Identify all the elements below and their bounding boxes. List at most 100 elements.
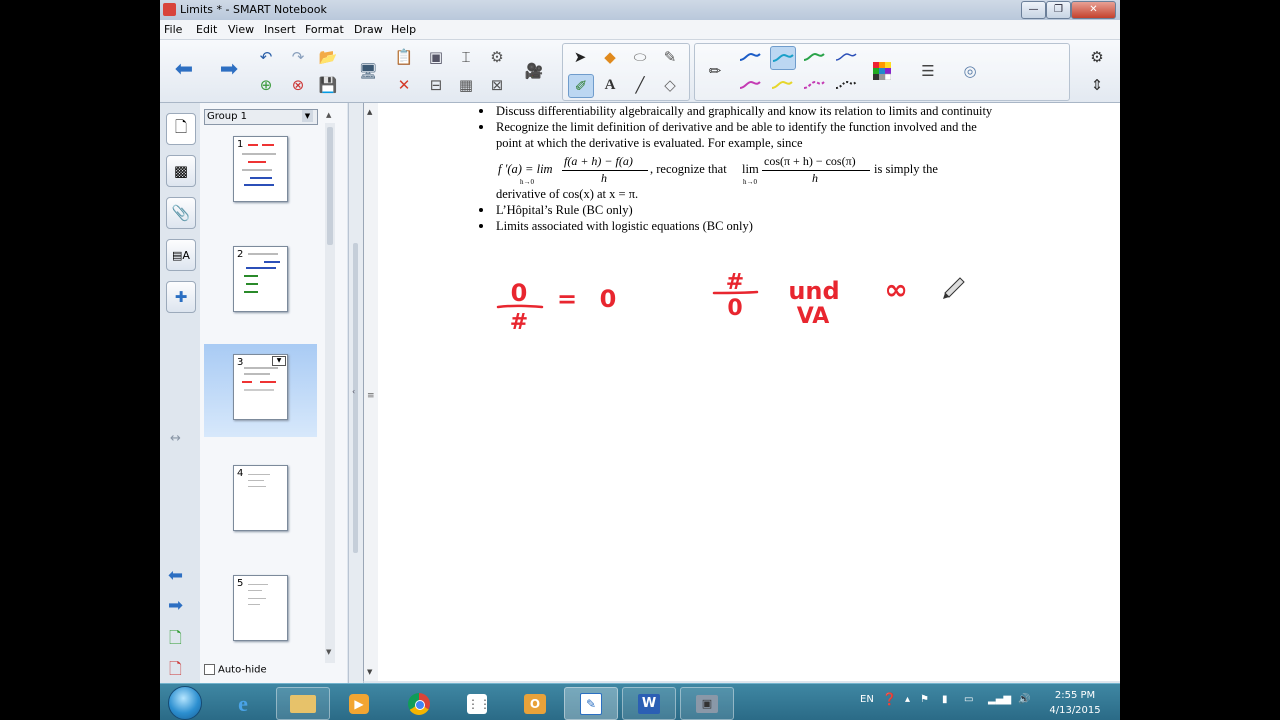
splitter-handle[interactable] (353, 243, 358, 553)
add-page-icon[interactable]: ⊕ (254, 74, 278, 96)
menu-insert[interactable]: Insert (264, 23, 296, 36)
language-indicator[interactable]: EN (860, 694, 874, 705)
forward-icon[interactable]: ➡ (217, 57, 241, 82)
menu-view[interactable]: View (228, 23, 254, 36)
handwritten-ink[interactable]: 0 # = 0 # 0 und VA ∞ (364, 103, 1120, 681)
page-thumbnail-2[interactable]: 2 (204, 246, 317, 338)
menu-help[interactable]: Help (391, 23, 416, 36)
select-icon[interactable]: ➤ (568, 46, 592, 68)
minimize-button[interactable]: — (1021, 1, 1046, 19)
close-button[interactable]: ✕ (1071, 1, 1116, 19)
capture-icon[interactable]: ▣ (424, 46, 448, 68)
menu-format[interactable]: Format (305, 23, 344, 36)
collapse-icon[interactable]: ‹ (352, 387, 355, 396)
chrome-icon[interactable] (392, 687, 446, 720)
page-menu-icon[interactable]: ▼ (272, 356, 286, 366)
save-icon[interactable]: 💾 (316, 74, 340, 96)
settings-icon[interactable]: ⚙ (1085, 46, 1109, 68)
color-palette-icon[interactable] (870, 60, 894, 82)
page-thumbnail-3[interactable]: 3 ▼ (204, 344, 317, 437)
outlook-icon[interactable]: O (508, 687, 562, 720)
undo-icon[interactable]: ↶ (254, 46, 278, 68)
pen-style-5[interactable] (738, 74, 762, 96)
text-icon[interactable]: A (598, 74, 622, 96)
start-button[interactable] (168, 686, 202, 720)
clone-icon[interactable]: ⊟ (424, 74, 448, 96)
media-player-icon[interactable]: ▶ (332, 687, 386, 720)
pen-style-2[interactable] (770, 46, 796, 70)
next-page-icon[interactable]: ➡ (168, 595, 183, 616)
add-page-side-icon[interactable]: 🗋 (169, 627, 182, 654)
delete-page-icon[interactable]: ⊗ (286, 74, 310, 96)
text-format-icon[interactable]: ⌶ (454, 46, 478, 68)
scroll-up-icon[interactable]: ▲ (326, 111, 331, 119)
pen-style-8[interactable] (834, 74, 858, 96)
show-hidden-icons[interactable]: ▴ (905, 694, 910, 705)
screen-shade-icon[interactable]: 🖥 (356, 60, 380, 82)
line-style-icon[interactable]: ☰ (916, 60, 940, 82)
page-thumbnail-1[interactable]: 1 (204, 136, 317, 228)
autohide-checkbox[interactable]: Auto-hide (204, 664, 267, 676)
redo-icon[interactable]: ↷ (286, 46, 310, 68)
menu-file[interactable]: File (164, 23, 182, 36)
page-thumbnail-5[interactable]: 5 (204, 575, 317, 667)
power-icon[interactable]: ▭ (964, 694, 973, 705)
page-sorter-tab-icon[interactable]: 🗋 (166, 113, 196, 145)
move-toolbar-icon[interactable]: ⇕ (1085, 74, 1109, 96)
system-clock[interactable]: 2:55 PM 4/13/2015 (1040, 688, 1110, 718)
pens-icon[interactable]: ✐ (568, 74, 594, 98)
video-icon[interactable]: ▣ (680, 687, 734, 720)
gallery-tab-icon[interactable]: ▩ (166, 155, 196, 187)
ie-icon[interactable]: e (216, 687, 270, 720)
word-icon[interactable]: W (622, 687, 676, 720)
flag-icon[interactable]: ⚑ (920, 694, 929, 705)
attachments-tab-icon[interactable]: 📎 (166, 197, 196, 229)
checkbox-icon[interactable] (204, 664, 215, 675)
document-camera-icon[interactable]: ⊠ (485, 74, 509, 96)
network-icon[interactable]: ▮ (942, 694, 948, 705)
menu-edit[interactable]: Edit (196, 23, 217, 36)
pen-style-3[interactable] (802, 46, 826, 68)
addons-tab-icon[interactable]: ✚ (166, 281, 196, 313)
scroll-down-icon[interactable]: ▼ (326, 648, 331, 656)
volume-icon[interactable]: 🔊 (1018, 694, 1030, 705)
magic-pen-icon[interactable]: ✎ (658, 46, 682, 68)
smart-notebook-icon[interactable]: ✎ (564, 687, 618, 720)
properties-icon[interactable]: ⚙ (485, 46, 509, 68)
delete-page-side-icon[interactable]: 🗋 (169, 658, 182, 685)
panel-splitter[interactable]: ‹ (348, 103, 364, 683)
main-toolbar: ⬅ ➡ ↶ ↷ 📂 ⊕ ⊗ 💾 🖥 📋 ▣ ⌶ ⚙ ✕ ⊟ ▦ ⊠ 🎥 ➤ ◆ … (160, 40, 1120, 103)
transparency-icon[interactable]: ◎ (958, 60, 982, 82)
pen-style-1[interactable] (738, 46, 762, 68)
group-dropdown[interactable]: Group 1 (204, 109, 318, 125)
previous-page-icon[interactable]: ⬅ (168, 565, 183, 586)
shapes-icon[interactable]: ◆ (598, 46, 622, 68)
store-icon[interactable]: ⋮⋮ (450, 687, 504, 720)
help-icon[interactable]: ❓ (882, 692, 897, 706)
menu-draw[interactable]: Draw (354, 23, 383, 36)
table-icon[interactable]: ▦ (454, 74, 478, 96)
pen-style-6[interactable] (770, 74, 794, 96)
back-icon[interactable]: ⬅ (172, 57, 196, 82)
explorer-icon[interactable] (276, 687, 330, 720)
line-icon[interactable]: ╱ (628, 74, 652, 96)
delete-icon[interactable]: ✕ (392, 74, 416, 96)
maximize-button[interactable]: ❐ (1046, 1, 1071, 19)
sorter-scroll-thumb[interactable] (327, 127, 333, 245)
properties-tab-icon[interactable]: ▤A (166, 239, 196, 271)
page-thumbnail-4[interactable]: 4 (204, 465, 317, 557)
paste-icon[interactable]: 📋 (392, 46, 416, 68)
video-icon[interactable]: 🎥 (522, 60, 546, 82)
eraser-icon[interactable]: ⬭ (628, 46, 652, 68)
side-resize-icon[interactable]: ↔ (170, 431, 181, 446)
pen-style-7[interactable] (802, 74, 826, 96)
fill-icon[interactable]: ◇ (658, 74, 682, 96)
signal-icon[interactable]: ▂▄▆ (988, 694, 1011, 705)
notebook-page-canvas[interactable]: ▲ ≡ ▼ Discuss differentiability algebrai… (363, 103, 1120, 681)
pen-icon[interactable]: ✏ (703, 60, 727, 82)
pen-style-4[interactable] (834, 46, 858, 68)
chevron-down-icon[interactable]: ▼ (302, 110, 313, 122)
ink-left-numerator: 0 (511, 279, 528, 307)
open-file-icon[interactable]: 📂 (316, 46, 340, 68)
title-bar: Limits * - SMART Notebook — ❐ ✕ (160, 0, 1120, 21)
